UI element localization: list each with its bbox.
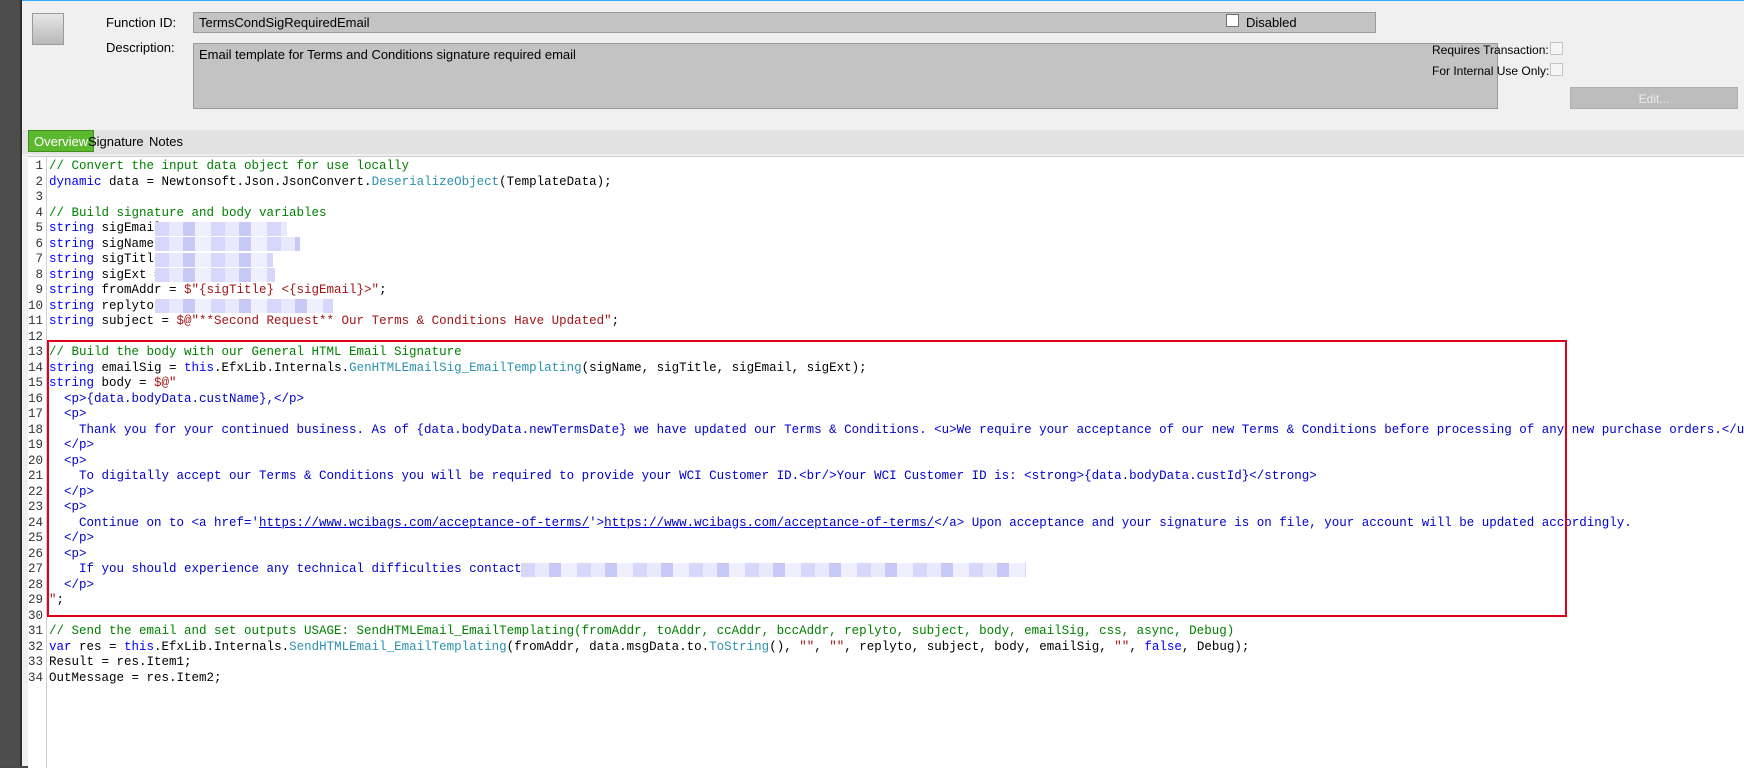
code-line: string sigExt =: [49, 267, 162, 282]
line-number: 16: [28, 391, 44, 406]
code-line: string sigEmail: [49, 221, 162, 235]
line-number: 29: [28, 593, 44, 607]
internal-use-label: For Internal Use Only:: [1432, 64, 1550, 78]
line-number: 3: [35, 190, 43, 204]
line-number: 28: [28, 577, 44, 592]
code-line: string sigName =: [49, 236, 170, 251]
description-field[interactable]: Email template for Terms and Conditions …: [193, 43, 1498, 109]
line-number: 30: [28, 608, 44, 623]
line-number: 12: [28, 329, 44, 344]
line-number: 4: [35, 205, 43, 220]
requires-transaction-label: Requires Transaction:: [1432, 43, 1549, 57]
line-number: 1: [35, 159, 43, 173]
line-number: 19: [28, 438, 44, 452]
function-id-label: Function ID:: [106, 15, 177, 30]
line-number: 2: [35, 174, 43, 189]
code-line: OutMessage = res.Item2;: [49, 670, 222, 685]
line-number: 6: [35, 236, 43, 251]
redacted-value: [155, 253, 273, 267]
line-number: 32: [28, 639, 44, 654]
tab-notes[interactable]: Notes: [145, 132, 187, 152]
code-line: // Convert the input data object for use…: [49, 159, 410, 173]
code-line: string sigTitle: [49, 252, 162, 266]
line-number: 10: [28, 298, 44, 313]
disabled-checkbox[interactable]: [1226, 14, 1239, 27]
code-line: string replyto =: [49, 298, 170, 313]
line-number: 23: [28, 500, 44, 514]
line-number: 13: [28, 345, 44, 359]
tab-bar: Overview Signature Notes: [22, 130, 1744, 154]
line-number: 20: [28, 453, 44, 468]
description-label: Description:: [106, 40, 175, 55]
edit-button[interactable]: Edit...: [1570, 87, 1738, 109]
line-number: 5: [35, 221, 43, 235]
line-number: 27: [28, 562, 44, 576]
code-line: // Send the email and set outputs USAGE:…: [49, 624, 1235, 638]
line-number: 7: [35, 252, 43, 266]
code-line: string fromAddr = $"{sigTitle} <{sigEmai…: [49, 283, 387, 297]
code-line: dynamic data = Newtonsoft.Json.JsonConve…: [49, 174, 612, 189]
line-number: 21: [28, 469, 44, 483]
line-number: 34: [28, 670, 44, 685]
line-number: 17: [28, 407, 44, 421]
line-number: 22: [28, 484, 44, 499]
left-window-edge: [0, 0, 22, 766]
line-number-gutter: 1 2 3 4 5 6 7 8 9 10 11 12 13 14 15 16 1…: [28, 157, 47, 768]
line-number: 25: [28, 531, 44, 545]
code-line: Result = res.Item1;: [49, 655, 192, 669]
tab-signature[interactable]: Signature: [84, 132, 148, 152]
requires-transaction-checkbox[interactable]: [1550, 42, 1563, 55]
line-number: 26: [28, 546, 44, 561]
highlight-annotation-box: [47, 340, 1567, 617]
internal-use-checkbox[interactable]: [1550, 63, 1563, 76]
redacted-value: [155, 268, 275, 282]
code-line: var res = this.EfxLib.Internals.SendHTML…: [49, 639, 1250, 654]
code-line: // Build signature and body variables: [49, 205, 327, 220]
line-number: 31: [28, 624, 44, 638]
line-number: 11: [28, 314, 44, 328]
redacted-value: [155, 299, 333, 313]
line-number: 15: [28, 376, 44, 390]
redacted-value: [155, 222, 287, 236]
redacted-value: [155, 237, 300, 251]
line-number: 33: [28, 655, 44, 669]
disabled-label: Disabled: [1246, 15, 1297, 30]
line-number: 14: [28, 360, 44, 375]
code-line: string subject = $@"**Second Request** O…: [49, 314, 620, 328]
function-editor-window: Function ID: TermsCondSigRequiredEmail D…: [22, 0, 1744, 768]
line-number: 18: [28, 422, 44, 437]
line-number: 9: [35, 283, 43, 297]
line-number: 8: [35, 267, 43, 282]
function-image-thumbnail[interactable]: [32, 13, 64, 45]
function-id-field[interactable]: TermsCondSigRequiredEmail: [193, 12, 1376, 33]
line-number: 24: [28, 515, 44, 530]
